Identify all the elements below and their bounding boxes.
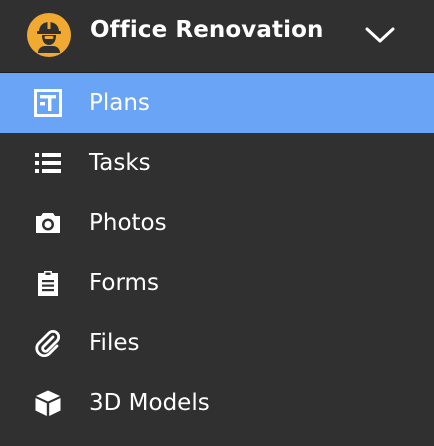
plans-icon bbox=[34, 89, 62, 117]
clipboard-icon bbox=[34, 269, 62, 297]
paperclip-icon bbox=[34, 329, 62, 357]
list-icon bbox=[34, 149, 62, 177]
nav-item-files[interactable]: Files bbox=[0, 313, 434, 373]
nav-item-tasks[interactable]: Tasks bbox=[0, 133, 434, 193]
nav-label-3d-models: 3D Models bbox=[89, 390, 210, 416]
nav-item-plans[interactable]: Plans bbox=[0, 73, 434, 133]
nav-item-forms[interactable]: Forms bbox=[0, 253, 434, 313]
nav-menu: Plans Tasks Photos Forms Files 3D Models bbox=[0, 73, 434, 433]
nav-item-3d-models[interactable]: 3D Models bbox=[0, 373, 434, 433]
project-header[interactable]: Office Renovation bbox=[0, 0, 434, 73]
nav-label-forms: Forms bbox=[89, 270, 159, 296]
nav-label-photos: Photos bbox=[89, 210, 167, 236]
construction-worker-icon bbox=[27, 13, 71, 57]
cube-icon bbox=[34, 389, 62, 417]
nav-item-photos[interactable]: Photos bbox=[0, 193, 434, 253]
nav-label-tasks: Tasks bbox=[89, 150, 151, 176]
nav-label-files: Files bbox=[89, 330, 140, 356]
nav-label-plans: Plans bbox=[89, 90, 150, 116]
camera-icon bbox=[34, 209, 62, 237]
project-title: Office Renovation bbox=[90, 17, 324, 43]
chevron-down-icon[interactable] bbox=[364, 24, 396, 46]
app-sidebar: Office Renovation Plans Tasks Photos For… bbox=[0, 0, 434, 446]
